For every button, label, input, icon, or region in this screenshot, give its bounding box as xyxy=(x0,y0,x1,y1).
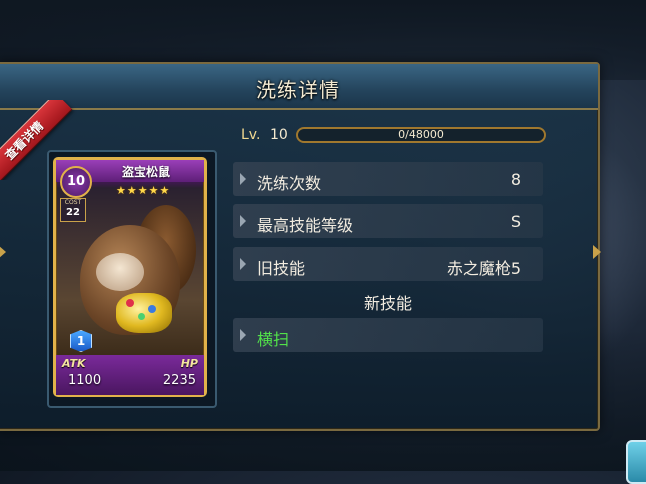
refine-count-label: 洗练次数 xyxy=(257,174,322,193)
chevron-right-icon xyxy=(240,215,246,227)
new-skill-heading: 新技能 xyxy=(363,294,412,313)
xp-progress-text: 0/48000 xyxy=(398,128,444,141)
refine-count-row: 洗练次数 8 xyxy=(233,162,543,196)
star-rating-icon: ★★★★★ xyxy=(116,184,171,197)
gem-blue xyxy=(148,305,156,313)
chevron-right-icon xyxy=(240,173,246,185)
old-skill-value: 赤之魔枪5 xyxy=(446,259,521,278)
old-skill-row: 旧技能 赤之魔枪5 xyxy=(233,247,543,281)
old-skill-label: 旧技能 xyxy=(257,259,306,278)
chevron-right-icon xyxy=(240,258,246,270)
atk-label: ATK xyxy=(62,357,86,370)
atk-value: 1100 xyxy=(68,373,102,388)
gem-green xyxy=(138,313,145,320)
max-skill-level-label: 最高技能等级 xyxy=(257,216,354,235)
level-label: Lv. xyxy=(241,127,261,143)
treasure-gold xyxy=(116,293,172,333)
refine-count-value: 8 xyxy=(510,170,521,189)
max-skill-level-value: S xyxy=(510,212,521,231)
xp-progress-bar: 0/48000 xyxy=(296,127,546,143)
left-arrow-icon[interactable] xyxy=(0,245,6,259)
new-skill-row[interactable]: 横扫 xyxy=(233,318,543,352)
card-level-badge: 10 xyxy=(60,166,92,198)
hp-label: HP xyxy=(180,357,198,370)
right-arrow-icon[interactable] xyxy=(593,245,601,259)
hero-card[interactable]: 盗宝松鼠 ★★★★★ 10 COST 22 1 ATK HP 1100 2235 xyxy=(53,157,207,397)
hp-value: 2235 xyxy=(162,373,196,388)
new-skill-label: 横扫 xyxy=(257,330,290,349)
level-value: 10 xyxy=(270,127,288,143)
chevron-right-icon xyxy=(240,329,246,341)
card-name: 盗宝松鼠 xyxy=(121,165,170,179)
rank-badge: 1 xyxy=(70,330,92,352)
card-stats-bar: ATK HP 1100 2235 xyxy=(56,355,204,395)
squirrel-character-art xyxy=(66,205,196,345)
panel-title: 洗练详情 xyxy=(256,78,340,102)
corner-action-button[interactable] xyxy=(626,440,646,484)
creature-face xyxy=(96,253,144,291)
gem-red xyxy=(126,299,134,307)
max-skill-level-row: 最高技能等级 S xyxy=(233,204,543,238)
